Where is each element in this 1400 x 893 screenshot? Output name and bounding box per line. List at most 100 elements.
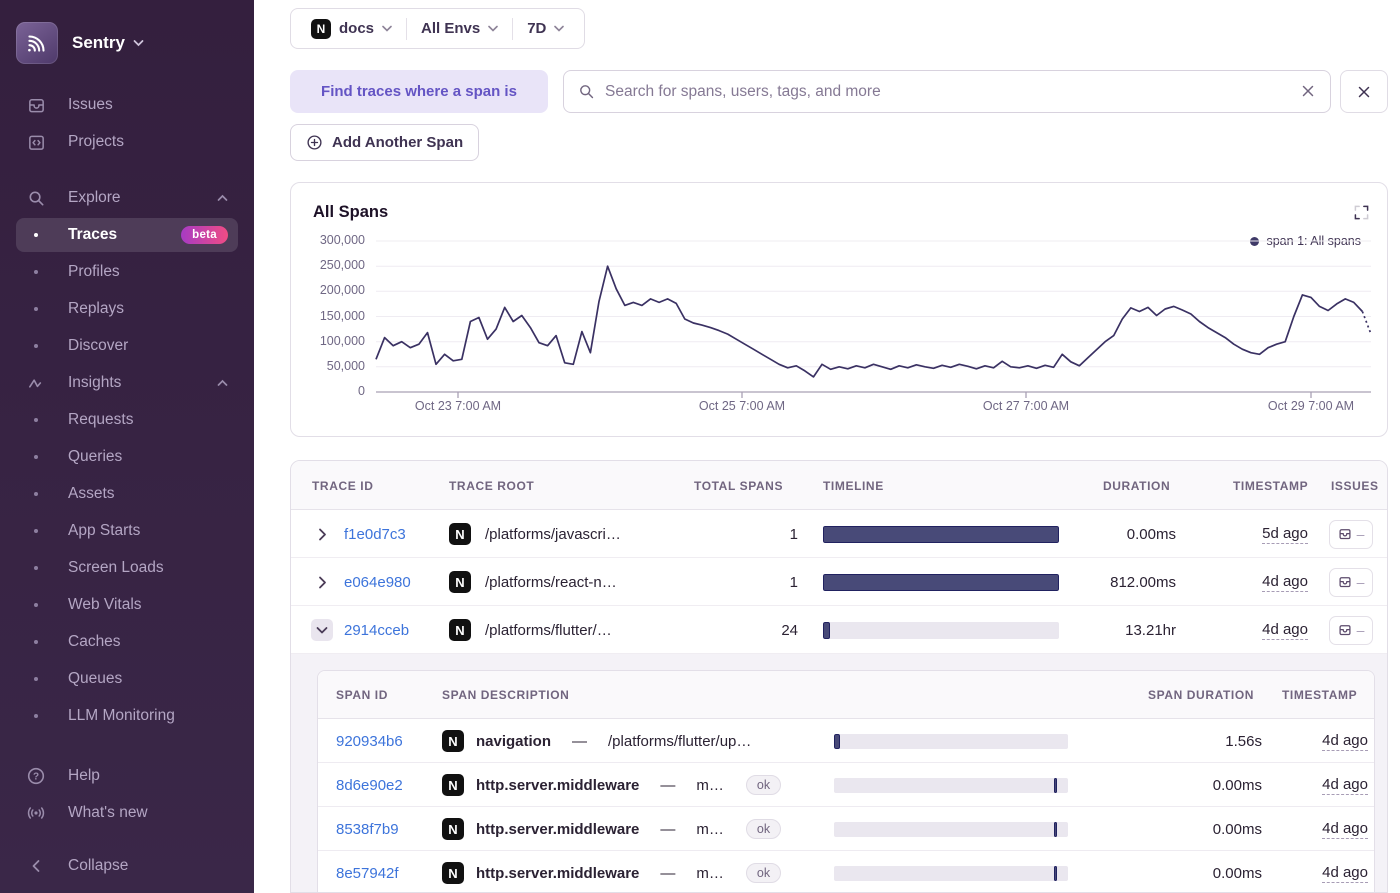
bullet-icon: [26, 529, 46, 533]
all-spans-chart-panel: All Spans span 1: All spans 300,000 250,…: [290, 182, 1388, 437]
sidebar-label: Projects: [68, 133, 124, 150]
sidebar-item-llm-monitoring[interactable]: LLM Monitoring: [16, 699, 238, 733]
sidebar-label: App Starts: [68, 522, 141, 539]
remove-span-filter-button[interactable]: [1340, 70, 1388, 113]
timeline-bar: [823, 525, 1059, 543]
sidebar-section-explore[interactable]: Explore: [16, 181, 238, 215]
timestamp-value: 4d ago: [1322, 819, 1368, 839]
search-icon: [580, 85, 594, 99]
issues-indicator[interactable]: –: [1329, 615, 1373, 645]
sidebar-item-projects[interactable]: Projects: [16, 125, 238, 159]
page-filter-bar: N docs All Envs 7D: [290, 8, 586, 49]
environment-selector[interactable]: All Envs: [407, 9, 512, 48]
add-another-span-button[interactable]: Add Another Span: [290, 124, 480, 161]
span-duration-value: 0.00ms: [1212, 820, 1262, 838]
timeline-bar: [823, 573, 1059, 591]
sidebar-item-discover[interactable]: Discover: [16, 329, 238, 363]
nextjs-platform-icon: N: [449, 523, 471, 545]
timestamp-value: 4d ago: [1322, 863, 1368, 883]
sidebar-label: Queues: [68, 670, 123, 687]
sidebar-item-queries[interactable]: Queries: [16, 440, 238, 474]
span-timeline-bar: [834, 821, 1068, 837]
sidebar-item-web-vitals[interactable]: Web Vitals: [16, 588, 238, 622]
chevron-down-icon: [382, 25, 392, 32]
issues-icon: [1339, 625, 1351, 636]
duration-value: 812.00ms: [1110, 573, 1176, 591]
sidebar-item-help[interactable]: ? Help: [16, 759, 238, 793]
sidebar-item-whats-new[interactable]: What's new: [16, 796, 238, 830]
span-search-box: [563, 70, 1331, 113]
span-id-link[interactable]: 8d6e90e2: [336, 777, 403, 794]
span-row[interactable]: 8538f7b9 N http.server.middleware — m… o…: [318, 807, 1374, 851]
sidebar-collapse-button[interactable]: Collapse: [16, 849, 238, 883]
sidebar-label: Queries: [68, 448, 123, 465]
trace-row[interactable]: e064e980 N /platforms/react-n… 1 812.00m…: [291, 558, 1387, 606]
trace-id-link[interactable]: 2914cceb: [344, 622, 409, 639]
sidebar-label: Web Vitals: [68, 596, 142, 613]
projects-icon: [26, 133, 46, 152]
pulse-icon: [26, 374, 46, 393]
chevron-down-icon: [488, 25, 499, 32]
bullet-icon: [26, 418, 46, 422]
expanded-trace-detail: SPAN ID SPAN DESCRIPTION SPAN DURATION T…: [291, 654, 1387, 892]
span-row[interactable]: 8d6e90e2 N http.server.middleware — m… o…: [318, 763, 1374, 807]
status-badge: ok: [745, 863, 782, 883]
org-switcher[interactable]: Sentry: [72, 33, 144, 53]
sidebar-section-insights[interactable]: Insights: [16, 366, 238, 400]
clear-search-icon[interactable]: [1298, 81, 1318, 106]
section-label: Explore: [68, 189, 121, 206]
sidebar-item-traces[interactable]: Traces beta: [16, 218, 238, 252]
sidebar-item-assets[interactable]: Assets: [16, 477, 238, 511]
bullet-icon: [26, 640, 46, 644]
span-id-link[interactable]: 8538f7b9: [336, 821, 399, 838]
chevron-down-icon: [133, 40, 144, 47]
trace-root-text: /platforms/flutter/…: [485, 621, 612, 639]
span-path: m…: [696, 864, 724, 882]
col-header-span-duration: SPAN DURATION: [1148, 688, 1255, 702]
trace-row[interactable]: f1e0d7c3 N /platforms/javascri… 1 0.00ms…: [291, 510, 1387, 558]
nextjs-platform-icon: N: [311, 18, 331, 39]
sidebar-item-requests[interactable]: Requests: [16, 403, 238, 437]
sidebar-item-issues[interactable]: Issues: [16, 88, 238, 122]
sidebar-label: Replays: [68, 300, 124, 317]
expand-row-button[interactable]: [309, 510, 335, 558]
sidebar-item-screen-loads[interactable]: Screen Loads: [16, 551, 238, 585]
trace-id-link[interactable]: e064e980: [344, 574, 411, 591]
search-input[interactable]: [605, 82, 1286, 101]
sidebar-item-profiles[interactable]: Profiles: [16, 255, 238, 289]
sentry-logo-icon[interactable]: [16, 22, 58, 64]
x-tick-label: Oct 25 7:00 AM: [698, 399, 786, 413]
trace-root-text: /platforms/javascri…: [485, 525, 621, 543]
col-header-timeline: TIMELINE: [823, 478, 884, 493]
sidebar-item-replays[interactable]: Replays: [16, 292, 238, 326]
issues-indicator[interactable]: –: [1329, 567, 1373, 597]
span-duration-value: 1.56s: [1225, 732, 1262, 750]
project-selector[interactable]: N docs: [297, 9, 406, 48]
nextjs-platform-icon: N: [449, 619, 471, 641]
trace-id-link[interactable]: f1e0d7c3: [344, 526, 406, 543]
span-id-link[interactable]: 920934b6: [336, 733, 403, 750]
line-chart[interactable]: [291, 183, 1387, 423]
trace-row-expanded[interactable]: 2914cceb N /platforms/flutter/… 24 13.21…: [291, 606, 1387, 654]
collapse-row-button[interactable]: [309, 606, 335, 654]
environment-value: All Envs: [421, 20, 481, 37]
sidebar-item-caches[interactable]: Caches: [16, 625, 238, 659]
issues-icon: [1339, 577, 1351, 588]
help-icon: ?: [26, 766, 46, 786]
find-traces-label[interactable]: Find traces where a span is: [290, 70, 548, 113]
span-path: m…: [696, 820, 724, 838]
issues-indicator[interactable]: –: [1329, 519, 1373, 549]
sidebar-item-app-starts[interactable]: App Starts: [16, 514, 238, 548]
date-range-selector[interactable]: 7D: [513, 9, 578, 48]
expand-row-button[interactable]: [309, 558, 335, 606]
timestamp-value: 4d ago: [1322, 775, 1368, 795]
nextjs-platform-icon: N: [442, 730, 464, 752]
status-badge: ok: [745, 819, 782, 839]
main-content: N docs All Envs 7D Find traces where a s…: [254, 0, 1400, 893]
span-id-link[interactable]: 8e57942f: [336, 865, 399, 882]
sidebar-label: Requests: [68, 411, 134, 428]
span-row[interactable]: 8e57942f N http.server.middleware — m… o…: [318, 851, 1374, 892]
sidebar-label: Assets: [68, 485, 115, 502]
sidebar-item-queues[interactable]: Queues: [16, 662, 238, 696]
span-row[interactable]: 920934b6 N navigation — /platforms/flutt…: [318, 719, 1374, 763]
